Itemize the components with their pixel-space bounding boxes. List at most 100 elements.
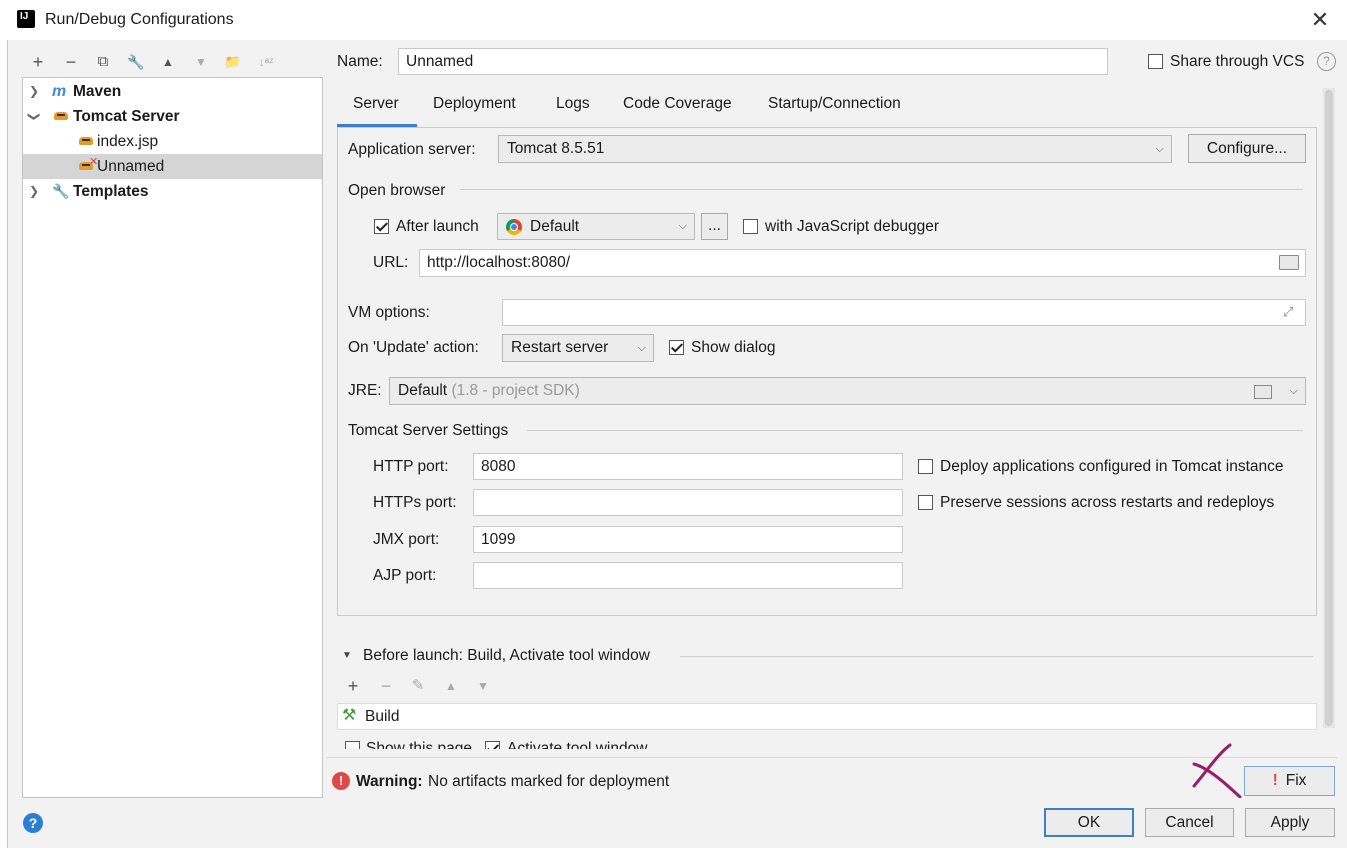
vm-options-field[interactable]	[502, 299, 1306, 326]
url-label: URL:	[373, 254, 409, 271]
application-server-select[interactable]: Tomcat 8.5.51 ⌵	[498, 135, 1172, 163]
tree-item-label: Templates	[73, 183, 149, 200]
chevron-down-icon: ⌵	[1155, 143, 1164, 155]
chevron-down-icon[interactable]: ❯	[22, 110, 47, 124]
show-dialog-checkbox[interactable]	[669, 340, 684, 355]
tomcat-icon	[78, 134, 94, 148]
sort-icon[interactable]: ↓ᵃᶻ	[255, 51, 277, 73]
tomcat-settings-label: Tomcat Server Settings	[348, 422, 509, 439]
add-icon[interactable]: +	[342, 675, 364, 697]
after-launch-checkbox[interactable]	[374, 219, 389, 234]
list-item[interactable]: Build	[365, 708, 399, 726]
tree-item-templates[interactable]: ❯ 🔧 Templates	[23, 179, 322, 204]
tree-item-index-jsp[interactable]: index.jsp	[23, 129, 322, 154]
tree-item-label: Tomcat Server	[73, 108, 180, 125]
browse-button[interactable]: ...	[701, 213, 728, 240]
update-action-value: Restart server	[511, 339, 609, 356]
expand-icon[interactable]: ⤢	[1283, 304, 1293, 320]
folder-icon[interactable]	[1254, 385, 1272, 399]
activate-tool-checkbox[interactable]	[485, 741, 500, 749]
help-icon[interactable]: ?	[23, 813, 43, 833]
tab-server[interactable]: Server	[353, 95, 399, 113]
fix-button-label: Fix	[1285, 772, 1307, 789]
tab-logs[interactable]: Logs	[556, 95, 590, 113]
https-port-field[interactable]	[473, 489, 903, 516]
close-icon[interactable]: ✕	[1306, 6, 1334, 34]
help-icon[interactable]: ?	[1317, 52, 1336, 71]
new-folder-icon[interactable]: 📁	[222, 51, 244, 73]
jmx-port-field[interactable]: 1099	[473, 526, 903, 553]
application-server-label: Application server:	[348, 141, 476, 158]
maven-icon: m	[52, 83, 67, 100]
separator	[527, 430, 1303, 431]
move-down-icon[interactable]: ▼	[190, 51, 212, 73]
tree-item-unnamed[interactable]: ✕ Unnamed	[23, 154, 322, 179]
move-up-icon[interactable]: ▲	[157, 51, 179, 73]
tab-code-coverage[interactable]: Code Coverage	[623, 95, 732, 113]
jmx-port-label: JMX port:	[373, 531, 440, 548]
show-page-checkbox[interactable]	[345, 741, 360, 749]
jre-label: JRE:	[348, 382, 382, 399]
browser-select[interactable]: Default ⌵	[497, 213, 695, 240]
ok-button[interactable]: OK	[1044, 808, 1134, 837]
warning-text: No artifacts marked for deployment	[428, 773, 670, 790]
jre-select[interactable]: Default (1.8 - project SDK) ⌵	[389, 377, 1306, 405]
tree-item-label: Unnamed	[97, 158, 165, 175]
configuration-tree[interactable]: ❯ m Maven ❯ Tomcat Server index.jsp ✕ Un…	[22, 77, 323, 798]
folder-icon[interactable]	[1279, 255, 1299, 270]
separator	[327, 757, 1337, 758]
js-debugger-label: with JavaScript debugger	[765, 218, 940, 235]
deploy-apps-checkbox[interactable]	[918, 459, 933, 474]
add-icon[interactable]: +	[27, 51, 49, 73]
cancel-button[interactable]: Cancel	[1145, 808, 1234, 837]
name-label: Name:	[337, 53, 383, 70]
vm-options-label: VM options:	[348, 304, 430, 321]
annotation-scribble	[1192, 743, 1242, 798]
jre-hint: (1.8 - project SDK)	[451, 382, 580, 399]
scrollbar-thumb[interactable]	[1325, 90, 1333, 726]
chevron-right-icon[interactable]: ❯	[27, 179, 41, 204]
apply-button[interactable]: Apply	[1245, 808, 1335, 837]
https-port-label: HTTPs port:	[373, 494, 457, 511]
js-debugger-checkbox[interactable]	[743, 219, 758, 234]
tree-item-maven[interactable]: ❯ m Maven	[23, 79, 322, 104]
collapse-icon[interactable]: ▼	[342, 650, 352, 661]
move-up-icon[interactable]: ▲	[440, 675, 462, 697]
browser-value: Default	[530, 218, 580, 235]
share-vcs-checkbox[interactable]	[1148, 54, 1163, 69]
application-server-value: Tomcat 8.5.51	[507, 140, 605, 157]
tree-item-tomcat-server[interactable]: ❯ Tomcat Server	[23, 104, 322, 129]
tab-startup-connection[interactable]: Startup/Connection	[768, 95, 901, 113]
http-port-field[interactable]: 8080	[473, 453, 903, 480]
move-down-icon[interactable]: ▼	[472, 675, 494, 697]
separator	[680, 656, 1313, 657]
window-title: Run/Debug Configurations	[45, 11, 234, 28]
chevron-down-icon: ⌵	[1289, 385, 1298, 397]
chevron-right-icon[interactable]: ❯	[27, 79, 41, 104]
fix-button[interactable]: ! Fix	[1244, 766, 1335, 796]
update-action-label: On 'Update' action:	[348, 339, 479, 356]
share-vcs-label: Share through VCS	[1170, 53, 1305, 70]
remove-icon[interactable]: −	[375, 675, 397, 697]
configure-button[interactable]: Configure...	[1188, 134, 1306, 163]
after-launch-label: After launch	[396, 218, 479, 235]
wrench-icon[interactable]: 🔧	[125, 51, 147, 73]
before-launch-list[interactable]: ⚒ Build	[337, 703, 1317, 730]
tab-deployment[interactable]: Deployment	[433, 95, 516, 113]
ajp-port-label: AJP port:	[373, 567, 437, 584]
preserve-sessions-checkbox[interactable]	[918, 495, 933, 510]
name-field[interactable]: Unnamed	[398, 48, 1108, 75]
window-edge	[0, 40, 8, 848]
copy-icon[interactable]: ⧉	[92, 51, 114, 73]
tree-item-label: index.jsp	[97, 133, 159, 150]
chrome-icon	[506, 219, 522, 235]
url-field[interactable]: http://localhost:8080/	[419, 249, 1306, 277]
intellij-logo-icon: IJ	[15, 8, 37, 30]
update-action-select[interactable]: Restart server ⌵	[502, 334, 654, 362]
ajp-port-field[interactable]	[473, 562, 903, 589]
edit-icon[interactable]: ✎	[407, 675, 429, 697]
wrench-icon: 🔧	[52, 183, 70, 199]
tree-item-label: Maven	[73, 83, 122, 100]
remove-icon[interactable]: −	[60, 51, 82, 73]
deploy-apps-label: Deploy applications configured in Tomcat…	[940, 458, 1284, 475]
